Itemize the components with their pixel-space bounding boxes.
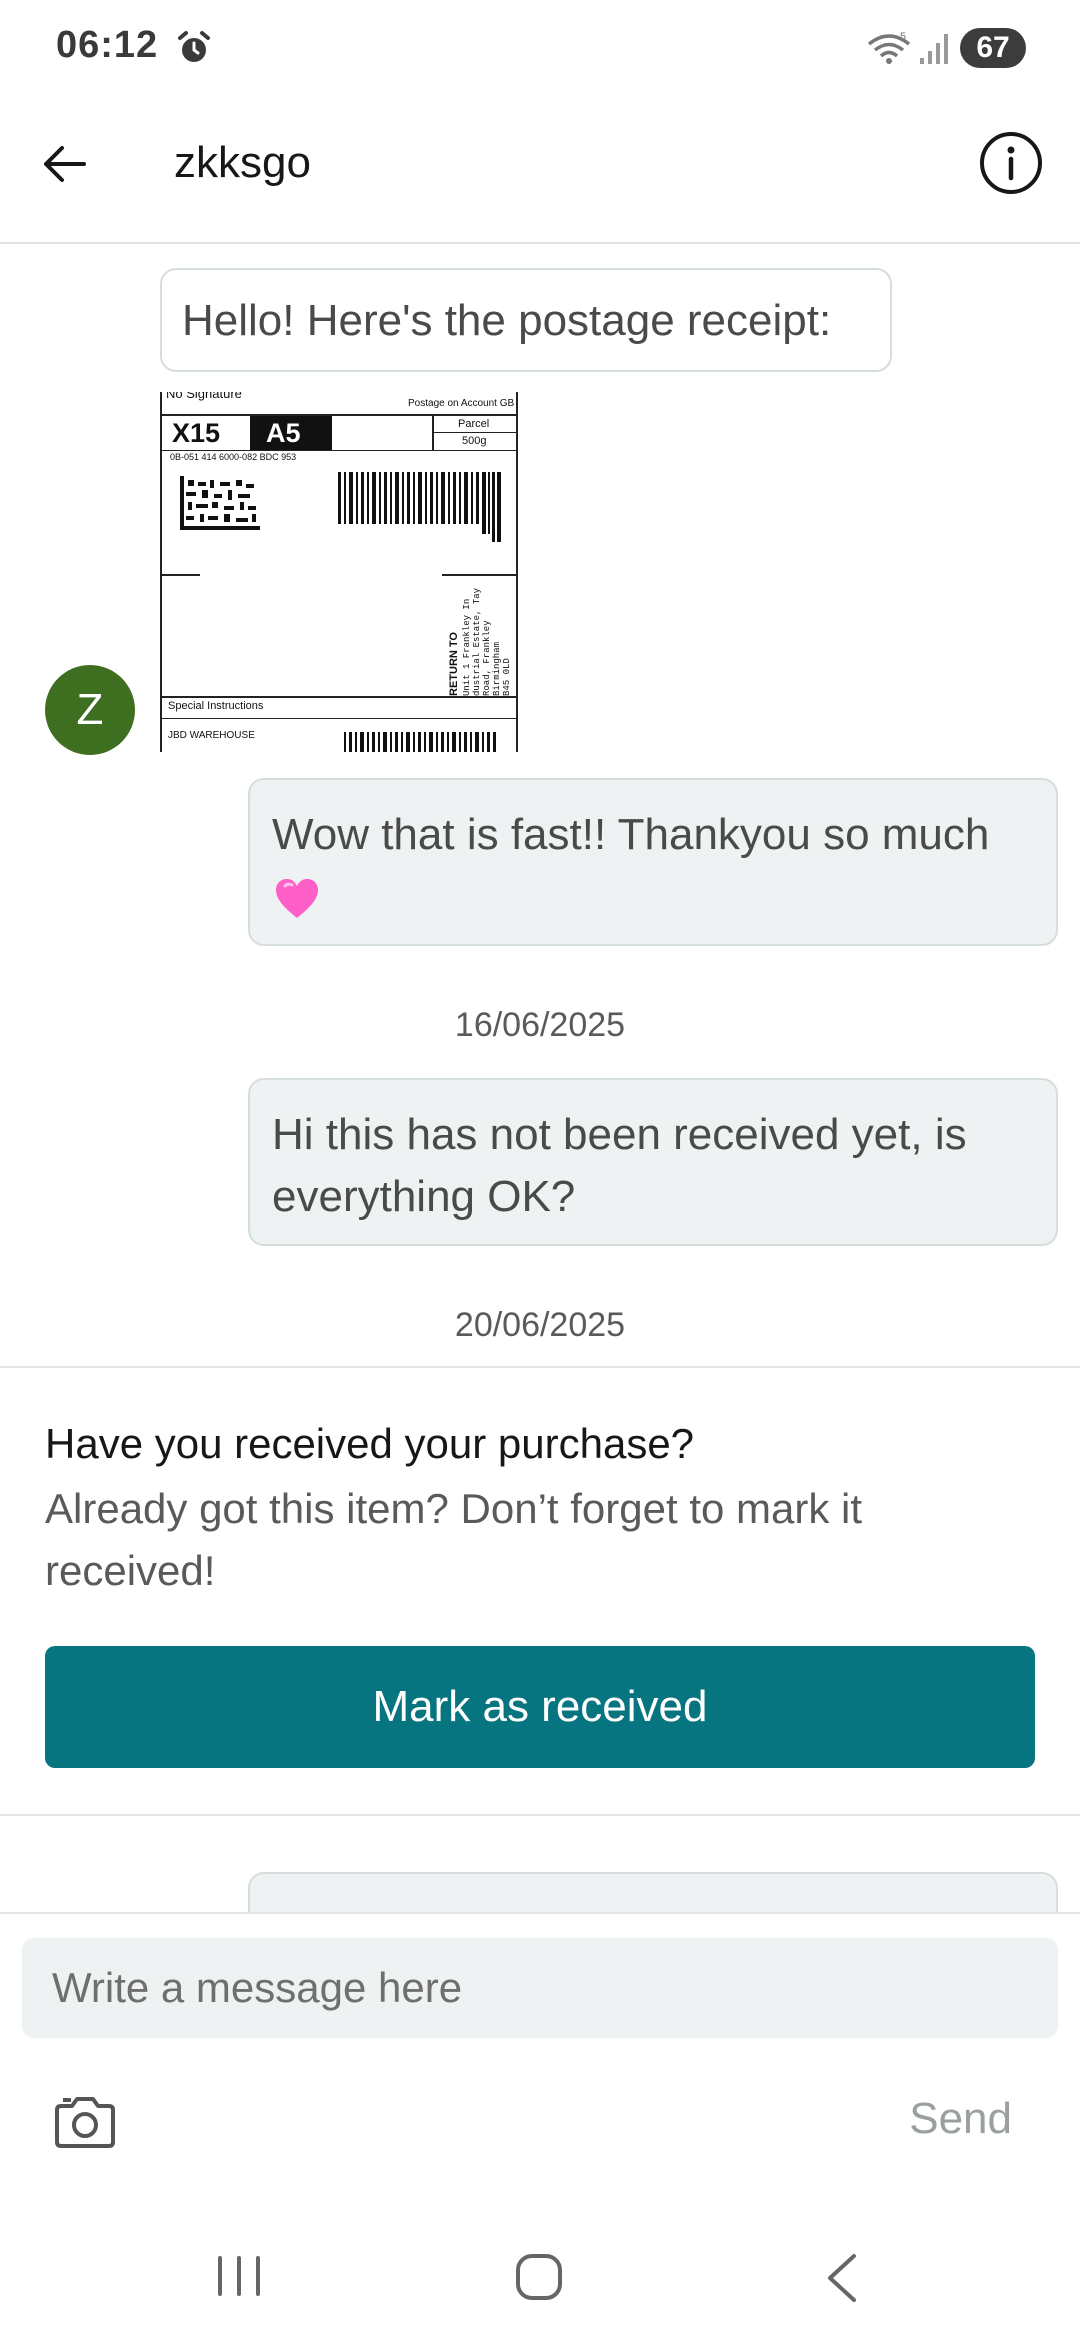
label-return-line: Birmingham <box>492 641 502 696</box>
date-separator: 20/06/2025 <box>454 1306 626 1344</box>
message-text: Wow that is fast!! Thankyou so much <box>272 810 990 859</box>
received-prompt-title: Have you received your purchase? <box>45 1420 695 1467</box>
mark-as-received-button[interactable]: Mark as received <box>45 1646 1035 1768</box>
datamatrix-code <box>180 476 260 530</box>
date-separator: 16/06/2025 <box>454 1006 626 1044</box>
label-return-to: RETURN TO <box>448 632 460 696</box>
system-nav-bar <box>0 2212 1080 2340</box>
svg-text:5: 5 <box>900 31 906 43</box>
label-service: X15 <box>172 418 221 448</box>
signal-icon <box>920 34 948 64</box>
label-account: Postage on Account GB <box>408 398 515 409</box>
divider <box>0 1814 1080 1816</box>
label-special-instructions: Special Instructions <box>168 700 264 712</box>
info-icon[interactable] <box>978 130 1044 196</box>
message-bubble-outgoing[interactable]: Hi this has not been received yet, is ev… <box>248 1078 1058 1246</box>
wifi-icon: 5 <box>867 31 911 64</box>
alarm-icon <box>178 31 210 62</box>
message-bubble-incoming[interactable]: Hello! Here's the postage receipt: <box>160 268 892 372</box>
status-time: 06:12 <box>56 24 159 66</box>
heart-icon <box>276 879 318 919</box>
message-input[interactable] <box>22 1938 1058 2038</box>
message-text: Hi this has not been received yet, is ev… <box>272 1110 967 1221</box>
message-text: Hello! Here's the postage receipt: <box>182 296 832 345</box>
camera-icon[interactable] <box>52 2094 118 2150</box>
received-prompt-text: Already got this item? Don’t forget to m… <box>45 1485 863 1594</box>
label-size: A5 <box>266 418 301 448</box>
label-return-line: dustrial Estate, Tay <box>472 587 482 696</box>
label-ref: 0B-051 414 6000-082 BDC 953 <box>170 452 297 462</box>
home-icon[interactable] <box>514 2252 564 2302</box>
label-type: Parcel <box>458 418 490 430</box>
battery-level: 67 <box>960 28 1026 68</box>
send-button[interactable]: Send <box>909 2094 1012 2144</box>
label-return-line: Unit 1 Frankley In <box>462 598 472 696</box>
barcode <box>338 472 501 542</box>
barcode-small <box>344 732 496 752</box>
nav-back-icon[interactable] <box>820 2250 864 2306</box>
recent-apps-icon[interactable] <box>214 2254 264 2298</box>
avatar-initial: Z <box>76 685 104 734</box>
conversation-title: zkksgo <box>174 138 311 187</box>
avatar[interactable]: Z <box>45 665 135 755</box>
message-bubble-outgoing[interactable]: Wow that is fast!! Thankyou so much <box>248 778 1058 946</box>
label-return-line: Road, Frankley <box>482 620 492 696</box>
label-weight: 500g <box>462 435 487 447</box>
back-arrow-icon[interactable] <box>36 136 92 192</box>
chat-header: zkksgo <box>0 100 1080 244</box>
label-top-line: No Signature <box>166 392 242 401</box>
status-bar: 06:12 5 67 <box>0 0 1080 100</box>
divider <box>0 1366 1080 1368</box>
mark-as-received-label: Mark as received <box>372 1682 708 1731</box>
label-return-line: B45 0LD <box>502 658 512 696</box>
label-sender: JBD WAREHOUSE <box>168 730 255 741</box>
postage-receipt-image[interactable]: No Signature Postage on Account GB X15 A… <box>160 392 518 752</box>
compose-area: Send <box>0 1912 1080 2212</box>
